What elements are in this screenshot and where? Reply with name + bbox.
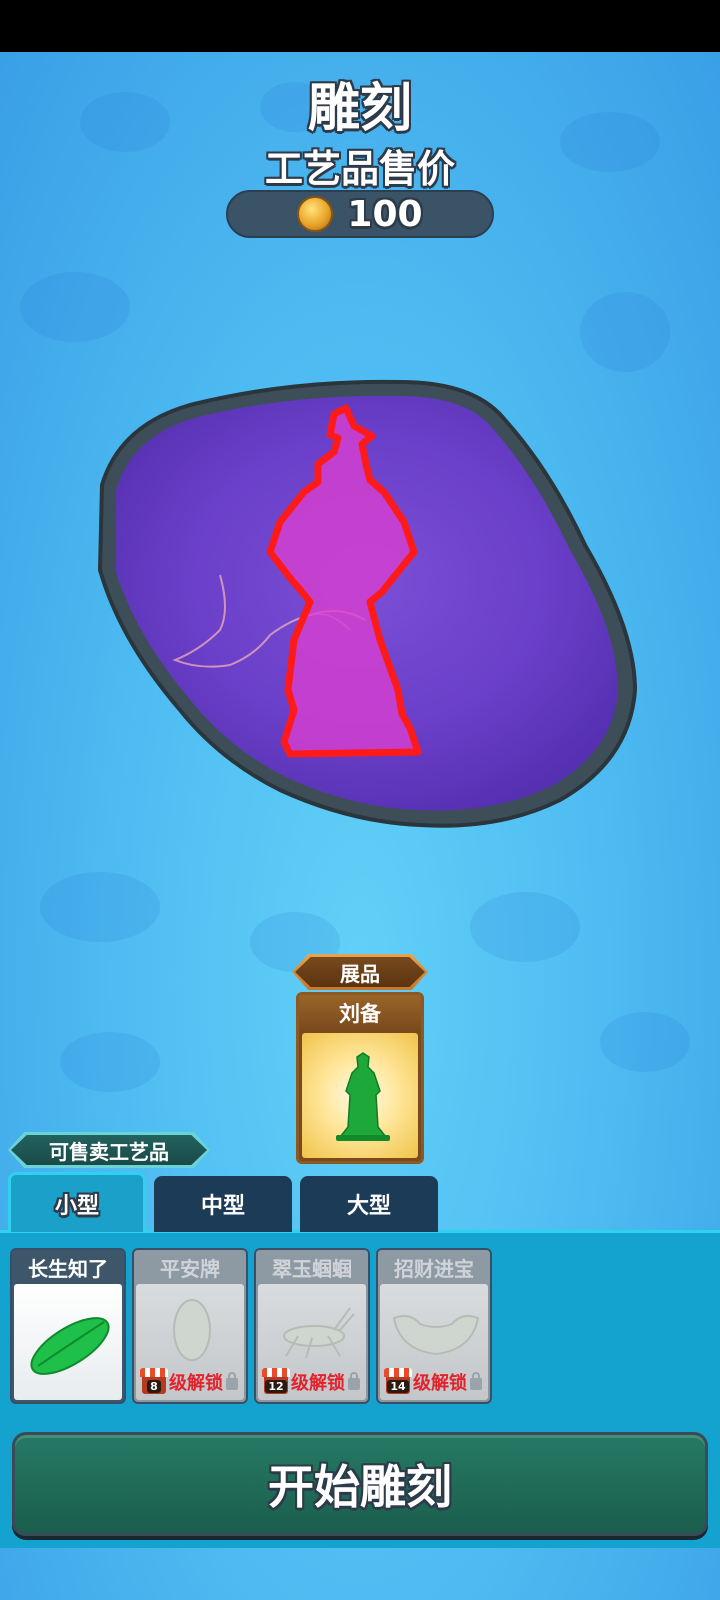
exhibit-card[interactable]: 刘备 — [296, 992, 424, 1164]
item-card[interactable]: 招财进宝 14 级解锁 — [376, 1248, 492, 1404]
item-name: 招财进宝 — [378, 1250, 490, 1284]
background-pattern — [60, 1032, 160, 1092]
unlock-text: 级解锁 — [169, 1373, 223, 1394]
exhibit-ribbon: 展品 — [292, 954, 428, 990]
shop-icon: 14 — [384, 1368, 412, 1394]
item-name: 长生知了 — [12, 1250, 124, 1284]
coin-icon — [297, 196, 334, 232]
page-title: 雕刻 — [307, 79, 412, 139]
price-value: 100 — [347, 193, 423, 235]
status-bar — [0, 0, 720, 52]
cicada-icon — [30, 1317, 110, 1375]
start-carving-button[interactable]: 开始雕刻 — [12, 1432, 708, 1536]
tab-medium[interactable]: 中型 — [154, 1176, 292, 1232]
shop-icon: 8 — [140, 1368, 168, 1394]
exhibit-name: 刘备 — [299, 995, 421, 1031]
item-name: 平安牌 — [134, 1250, 246, 1284]
shop-icon: 12 — [262, 1368, 290, 1394]
exhibit-preview — [302, 1033, 418, 1158]
jade-stone[interactable] — [80, 330, 660, 850]
page-subtitle: 工艺品售价 — [264, 147, 455, 191]
tab-small[interactable]: 小型 — [8, 1172, 146, 1232]
pendant-icon — [173, 1299, 211, 1361]
sellable-ribbon: 可售卖工艺品 — [8, 1132, 210, 1168]
price-display: 100 — [226, 190, 494, 238]
item-card[interactable]: 长生知了 — [10, 1248, 126, 1404]
item-name: 翠玉蝈蝈 — [256, 1250, 368, 1284]
unlock-text: 级解锁 — [413, 1373, 467, 1394]
background-pattern — [600, 1012, 690, 1072]
unlock-level: 14 — [387, 1380, 409, 1393]
sellable-label: 可售卖工艺品 — [11, 1135, 207, 1165]
jade-figure-icon — [336, 1052, 390, 1141]
item-card[interactable]: 平安牌 8 级解锁 — [132, 1248, 248, 1404]
padlock-icon — [226, 1372, 238, 1390]
padlock-icon — [470, 1372, 482, 1390]
unlock-level: 8 — [147, 1380, 161, 1393]
unlock-requirement: 8 级解锁 — [136, 1368, 244, 1394]
background-pattern — [40, 872, 160, 942]
unlock-requirement: 14 级解锁 — [380, 1368, 488, 1394]
item-card[interactable]: 翠玉蝈蝈 12 级解锁 — [254, 1248, 370, 1404]
jade-stone-graphic — [97, 379, 638, 828]
unlock-text: 级解锁 — [291, 1373, 345, 1394]
unlock-level: 12 — [265, 1380, 287, 1393]
tab-large[interactable]: 大型 — [300, 1176, 438, 1232]
unlock-requirement: 12 级解锁 — [258, 1368, 366, 1394]
exhibit-ribbon-label: 展品 — [340, 961, 380, 986]
grasshopper-icon — [283, 1307, 355, 1359]
padlock-icon — [348, 1372, 360, 1390]
gold-ingot-icon — [392, 1315, 480, 1356]
background-pattern — [470, 892, 580, 962]
